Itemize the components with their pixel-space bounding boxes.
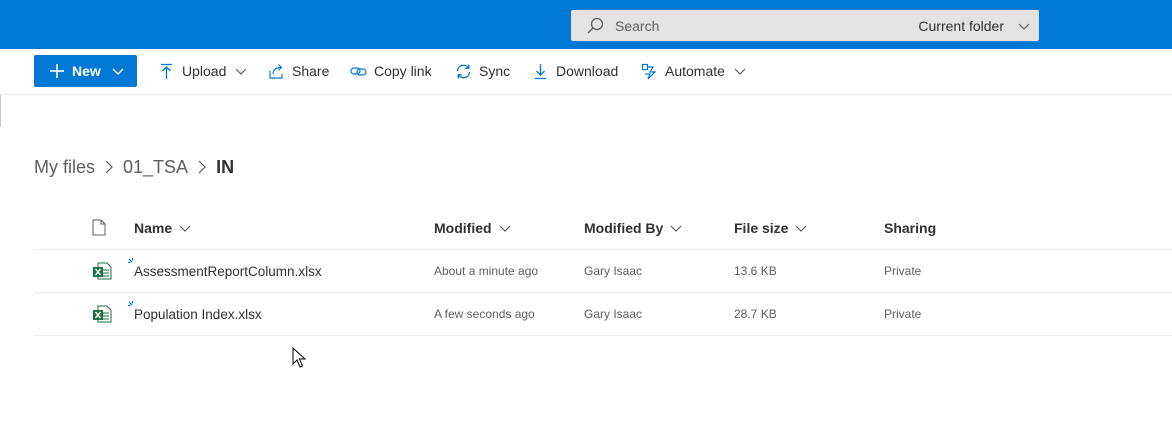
copy-link-label: Copy link <box>374 63 432 79</box>
file-name-cell[interactable]: AssessmentReportColumn.xlsx <box>134 250 322 292</box>
chevron-down-icon <box>670 225 682 232</box>
table-row[interactable]: AssessmentReportColumn.xlsx About a minu… <box>34 250 1172 293</box>
file-size-cell: 13.6 KB <box>734 264 777 278</box>
automate-label: Automate <box>665 63 725 79</box>
file-type-cell <box>92 250 112 292</box>
sync-label: Sync <box>479 63 511 79</box>
chevron-down-icon <box>235 68 247 75</box>
chevron-down-icon <box>734 68 746 75</box>
chevron-right-icon <box>105 160 113 174</box>
column-header-modified-label: Modified <box>434 219 492 236</box>
column-header-name-label: Name <box>134 219 173 236</box>
share-button[interactable]: Share <box>268 55 329 87</box>
column-header-file-size[interactable]: File size <box>734 206 807 249</box>
search-scope-dropdown[interactable]: Current folder <box>918 18 1004 34</box>
excel-file-icon <box>93 305 112 323</box>
chevron-down-icon <box>499 225 510 232</box>
file-size-cell: 28.7 KB <box>734 307 777 321</box>
column-header-modified-by-label: Modified By <box>584 219 664 236</box>
download-icon <box>535 63 546 79</box>
command-bar: New Upload Share Copy link Sync Download… <box>0 49 1172 95</box>
modified-cell: About a minute ago <box>434 264 539 278</box>
share-label: Share <box>292 63 330 79</box>
search-box[interactable]: Search Current folder <box>571 10 1039 41</box>
file-type-cell <box>92 293 112 335</box>
download-label: Download <box>556 63 619 79</box>
file-list: Name Modified Modified By File size Shar… <box>34 206 1172 336</box>
upload-label: Upload <box>182 63 227 79</box>
new-button-label: New <box>72 63 101 79</box>
column-header-sharing[interactable]: Sharing <box>884 206 936 249</box>
chevron-right-icon <box>198 160 206 174</box>
plus-icon <box>50 64 64 78</box>
excel-file-icon <box>93 262 112 280</box>
chevron-down-icon <box>112 68 124 75</box>
sync-icon <box>456 64 471 78</box>
table-row[interactable]: Population Index.xlsx A few seconds ago … <box>34 293 1172 336</box>
automate-button[interactable]: Automate <box>641 55 746 87</box>
breadcrumb-item-my-files[interactable]: My files <box>34 157 95 178</box>
new-button[interactable]: New <box>34 55 137 87</box>
search-placeholder[interactable]: Search <box>615 18 659 34</box>
left-pane-edge <box>0 95 1 127</box>
breadcrumb-item-01-tsa[interactable]: 01_TSA <box>123 157 188 178</box>
copy-link-button[interactable]: Copy link <box>350 55 432 87</box>
search-icon <box>587 17 604 34</box>
file-list-header: Name Modified Modified By File size Shar… <box>34 206 1172 250</box>
modified-cell: A few seconds ago <box>434 307 535 321</box>
chevron-down-icon <box>179 225 191 232</box>
upload-icon <box>161 63 172 79</box>
suite-header: Search Current folder <box>0 0 1172 49</box>
file-name-link[interactable]: AssessmentReportColumn.xlsx <box>134 264 322 279</box>
chevron-down-icon[interactable] <box>1018 21 1030 31</box>
column-header-modified-by[interactable]: Modified By <box>584 206 682 249</box>
mouse-cursor-icon <box>292 347 306 368</box>
download-button[interactable]: Download <box>532 55 618 87</box>
sharing-cell: Private <box>884 264 922 278</box>
column-header-modified[interactable]: Modified <box>434 206 511 249</box>
chevron-down-icon <box>796 225 807 232</box>
sync-button[interactable]: Sync <box>455 55 510 87</box>
modified-by-cell: Gary Isaac <box>584 307 643 321</box>
file-name-cell[interactable]: Population Index.xlsx <box>134 293 262 335</box>
sharing-cell: Private <box>884 307 922 321</box>
breadcrumb-item-in: IN <box>216 156 235 177</box>
column-header-sharing-label: Sharing <box>884 219 937 236</box>
file-name-link[interactable]: Population Index.xlsx <box>134 307 262 322</box>
file-type-column-header[interactable] <box>92 206 106 249</box>
column-header-name[interactable]: Name <box>134 206 191 249</box>
upload-button[interactable]: Upload <box>158 55 247 87</box>
document-icon <box>92 219 106 236</box>
automate-icon <box>641 63 657 79</box>
modified-by-cell: Gary Isaac <box>584 264 643 278</box>
share-icon <box>269 63 283 79</box>
column-header-file-size-label: File size <box>734 219 789 236</box>
link-icon <box>350 66 367 76</box>
breadcrumb: My files 01_TSA IN <box>34 155 234 179</box>
